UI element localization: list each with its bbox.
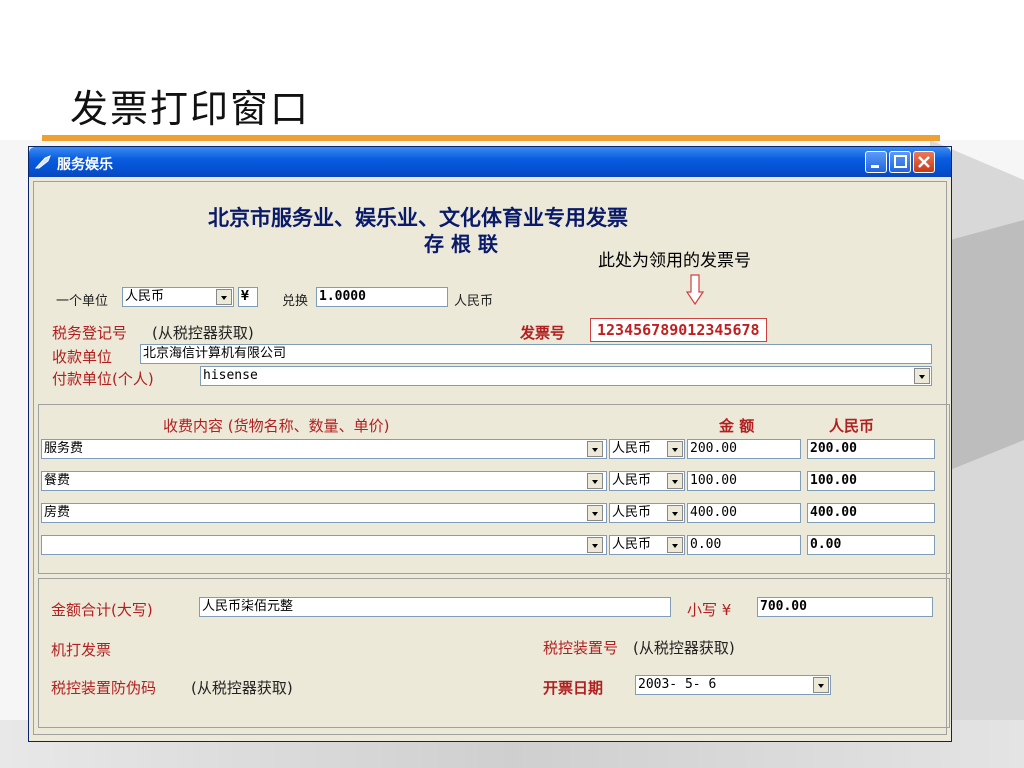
exchange-unit-label: 人民币 <box>454 294 494 309</box>
item-description[interactable] <box>41 535 607 555</box>
slide-title: 发票打印窗口 <box>70 87 311 131</box>
chevron-down-icon[interactable] <box>587 441 603 457</box>
minimize-icon <box>871 165 879 168</box>
totals-section: 金额合计(大写) 人民币柒佰元整 小写 ¥ 700.00 机打发票 税控装置号 … <box>38 578 950 728</box>
device-no-note: (从税控器获取) <box>633 639 735 657</box>
item-rmb: 0.00 <box>807 535 935 555</box>
total-words-label: 金额合计(大写) <box>51 601 153 619</box>
chevron-down-icon[interactable] <box>667 505 683 521</box>
close-icon <box>918 156 930 168</box>
title-underline <box>42 135 940 141</box>
chevron-down-icon[interactable] <box>216 289 232 305</box>
payee-field[interactable]: 北京海信计算机有限公司 <box>140 344 932 364</box>
maximize-icon <box>894 155 907 168</box>
item-rmb: 400.00 <box>807 503 935 523</box>
window-titlebar[interactable]: 服务娱乐 <box>29 147 951 177</box>
exchange-label: 兑换 <box>282 294 309 309</box>
total-small-label: 小写 ¥ <box>687 601 732 619</box>
anti-fake-label: 税控装置防伪码 <box>51 679 157 697</box>
annotation-text: 此处为领用的发票号 <box>598 251 751 271</box>
quill-icon <box>35 155 51 169</box>
items-table: 收费内容 (货物名称、数量、单价) 金 额 人民币 服务费 人民币 200.00… <box>38 404 950 574</box>
currency-unit-label: 一个单位 <box>56 294 109 309</box>
item-amount[interactable]: 0.00 <box>687 535 801 555</box>
total-words-field: 人民币柒佰元整 <box>199 597 671 617</box>
chevron-down-icon[interactable] <box>813 677 829 693</box>
maximize-button[interactable] <box>889 151 911 173</box>
item-amount[interactable]: 100.00 <box>687 471 801 491</box>
machine-invoice-label: 机打发票 <box>51 641 112 659</box>
items-header-rmb: 人民币 <box>829 417 875 435</box>
table-row: 人民币 0.00 0.00 <box>39 535 949 565</box>
minimize-button[interactable] <box>865 151 887 173</box>
chevron-down-icon[interactable] <box>667 441 683 457</box>
down-arrow-icon <box>686 274 704 306</box>
exchange-rate-field[interactable]: 1.0000 <box>316 287 448 307</box>
date-field[interactable]: 2003- 5- 6 <box>635 675 831 695</box>
window-title: 服务娱乐 <box>57 157 113 173</box>
invoice-number: 123456789012345678 <box>590 318 767 342</box>
payee-label: 收款单位 <box>52 348 113 366</box>
table-row: 餐费 人民币 100.00 100.00 <box>39 471 949 501</box>
items-header-description: 收费内容 (货物名称、数量、单价) <box>163 417 390 435</box>
invoice-no-label: 发票号 <box>520 324 566 342</box>
close-button[interactable] <box>913 151 935 173</box>
chevron-down-icon[interactable] <box>587 505 603 521</box>
item-description[interactable]: 餐费 <box>41 471 607 491</box>
item-rmb: 100.00 <box>807 471 935 491</box>
device-no-label: 税控装置号 <box>543 639 619 657</box>
chevron-down-icon[interactable] <box>587 537 603 553</box>
chevron-down-icon[interactable] <box>667 537 683 553</box>
anti-fake-note: (从税控器获取) <box>191 679 293 697</box>
table-row: 服务费 人民币 200.00 200.00 <box>39 439 949 469</box>
invoice-subheading: 存 根 联 <box>424 232 498 256</box>
item-description[interactable]: 服务费 <box>41 439 607 459</box>
table-row: 房费 人民币 400.00 400.00 <box>39 503 949 533</box>
invoice-heading: 北京市服务业、娱乐业、文化体育业专用发票 <box>208 206 628 230</box>
invoice-window: 服务娱乐 北京市服务业、娱乐业、文化体育业专用发票 存 根 联 此处为领用的发票… <box>28 146 952 742</box>
tax-reg-note: (从税控器获取) <box>152 324 254 342</box>
tax-reg-label: 税务登记号 <box>52 324 128 342</box>
total-small-field: 700.00 <box>757 597 933 617</box>
payer-field[interactable]: hisense <box>200 366 932 386</box>
item-amount[interactable]: 200.00 <box>687 439 801 459</box>
date-label: 开票日期 <box>543 679 604 697</box>
yuan-symbol: ¥ <box>238 287 258 307</box>
item-amount[interactable]: 400.00 <box>687 503 801 523</box>
item-description[interactable]: 房费 <box>41 503 607 523</box>
chevron-down-icon[interactable] <box>914 368 930 384</box>
item-rmb: 200.00 <box>807 439 935 459</box>
payer-label: 付款单位(个人) <box>52 370 154 388</box>
invoice-form: 北京市服务业、娱乐业、文化体育业专用发票 存 根 联 此处为领用的发票号 一个单… <box>33 181 950 735</box>
items-header-amount: 金 额 <box>719 417 755 435</box>
chevron-down-icon[interactable] <box>587 473 603 489</box>
chevron-down-icon[interactable] <box>667 473 683 489</box>
